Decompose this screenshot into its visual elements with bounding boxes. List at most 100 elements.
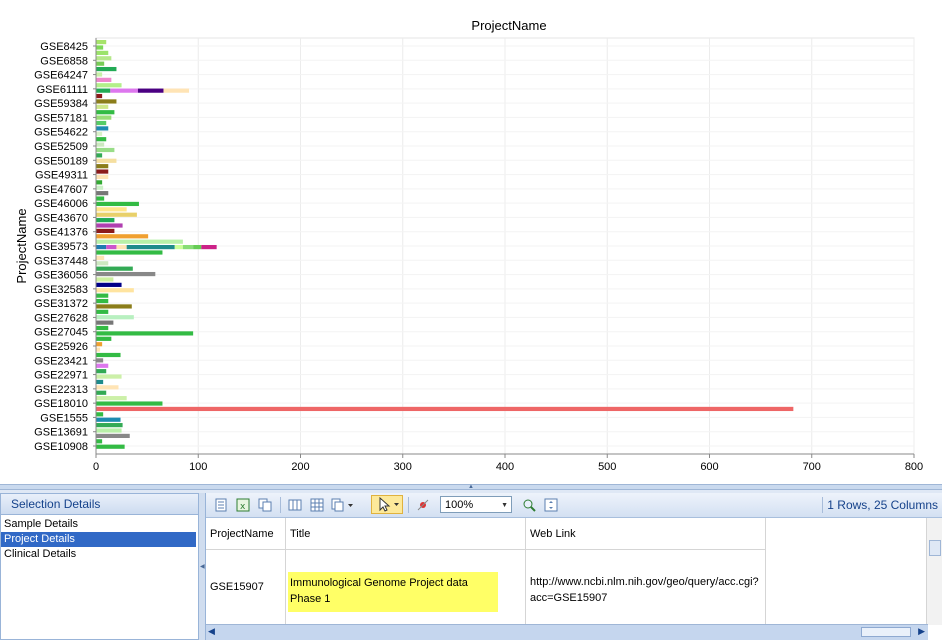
bar-segment (96, 50, 109, 55)
y-tick-label: GSE31372 (34, 298, 88, 310)
bar-segment (106, 245, 117, 250)
pointer-tool-button[interactable] (371, 495, 403, 514)
scroll-right-icon[interactable]: ▶ (918, 626, 925, 637)
bar-segment (96, 428, 122, 433)
column-header-title[interactable]: Title (286, 518, 526, 550)
bar-segment (96, 379, 104, 385)
bar-segment (96, 406, 794, 412)
bar-segment (96, 266, 133, 271)
y-tick-label: GSE22313 (34, 384, 88, 396)
toolbar-separator (408, 497, 409, 513)
bar-segment (96, 153, 103, 158)
bar-segment (201, 245, 217, 250)
y-tick-label: GSE43670 (34, 212, 88, 224)
zoom-select[interactable]: 100% ▼ (440, 496, 512, 513)
columns-icon[interactable] (286, 496, 304, 514)
y-tick-label: GSE32583 (34, 284, 88, 296)
x-tick-label: 500 (598, 461, 616, 473)
bar-segment (96, 201, 139, 207)
document-icon[interactable] (212, 496, 230, 514)
y-tick-label: GSE41376 (34, 227, 88, 239)
selection-details-panel: Selection Details Sample Details Project… (0, 493, 199, 640)
cell-title[interactable]: Immunological Genome Project data Phase … (286, 550, 526, 625)
scroll-left-icon[interactable]: ◀ (208, 626, 215, 637)
bar-segment (96, 115, 112, 120)
sel-item-project-details[interactable]: Project Details (1, 532, 196, 547)
y-tick-label: GSE54622 (34, 127, 88, 139)
bar-segment (96, 212, 137, 217)
y-tick-label: GSE27628 (34, 312, 88, 324)
excel-export-icon[interactable]: x (234, 496, 252, 514)
fit-to-window-icon[interactable] (542, 496, 560, 514)
bar-segment (193, 245, 202, 250)
bar-segment (96, 174, 109, 180)
vsplit-grip-icon[interactable]: ◀ (200, 563, 205, 570)
bar-segment (96, 358, 104, 363)
details-grid-panel: x 100% ▼ 1 Rows, 25 Columns ProjectName … (205, 493, 942, 640)
bar-segment (96, 185, 104, 190)
bar-segment (96, 245, 107, 250)
y-tick-label: GSE39573 (34, 241, 88, 253)
bar-segment (96, 277, 114, 282)
bar-segment (116, 245, 127, 250)
bar-segment (96, 93, 103, 99)
bar-segment (96, 77, 112, 82)
selection-details-header: Selection Details (1, 494, 198, 515)
bar-segment (96, 104, 109, 109)
bar-segment (96, 342, 103, 347)
bottom-panel: Selection Details Sample Details Project… (0, 490, 942, 640)
details-table: ProjectName Title Web Link GSE15907 Immu… (206, 518, 928, 625)
bar-segment (96, 282, 122, 287)
cell-projectname[interactable]: GSE15907 (206, 550, 286, 625)
zoom-in-icon[interactable] (520, 496, 538, 514)
bar-segment (96, 309, 109, 314)
cell-web-link[interactable]: http://www.ncbi.nlm.nih.gov/geo/query/ac… (526, 550, 766, 625)
bar-segment (96, 439, 103, 444)
copy-table-icon[interactable] (256, 496, 274, 514)
x-tick-label: 100 (189, 461, 207, 473)
bar-segment (96, 126, 109, 131)
chart-panel: 0 100 200 300 400 500 600 700 800 GSE8425 GSE6858 G… (0, 0, 942, 484)
svg-text:x: x (240, 502, 246, 512)
highlight-icon[interactable] (414, 496, 432, 514)
y-tick-label: GSE57181 (34, 112, 88, 124)
bar-segment (110, 88, 138, 93)
horizontal-scrollbar[interactable]: ◀ ▶ (206, 624, 928, 640)
y-axis-label: ProjectName (14, 208, 29, 283)
y-tick-label: GSE46006 (34, 198, 88, 210)
horizontal-scroll-thumb[interactable] (861, 627, 911, 637)
bar-segment (96, 250, 163, 255)
y-tick-label: GSE22971 (34, 370, 88, 382)
bar-segment (96, 401, 163, 406)
bar-segment (96, 293, 109, 298)
column-header-web-link[interactable]: Web Link (526, 518, 766, 550)
column-header-projectname[interactable]: ProjectName (206, 518, 286, 550)
grid-view-icon[interactable] (308, 496, 326, 514)
vertical-scrollbar[interactable] (926, 518, 942, 625)
bar-segment (96, 223, 123, 228)
splitter-grip-icon[interactable]: ▲ (468, 484, 474, 490)
y-tick-label: GSE61111 (37, 84, 88, 96)
chevron-down-icon[interactable]: ▼ (501, 497, 508, 514)
bar-segment (96, 191, 109, 196)
bar-segment (96, 66, 117, 72)
bar-segment (96, 298, 109, 304)
y-tick-label: GSE36056 (34, 270, 88, 282)
bar-segment (96, 417, 121, 422)
bar-segment (96, 385, 119, 390)
vertical-scroll-thumb[interactable] (929, 540, 941, 556)
sel-item-clinical-details[interactable]: Clinical Details (1, 547, 196, 562)
paste-dropdown-icon[interactable] (330, 496, 356, 514)
y-tick-label: GSE59384 (34, 98, 88, 110)
bar-segment (96, 196, 105, 201)
y-tick-label: GSE23421 (34, 355, 88, 367)
bar-segment (96, 83, 122, 88)
bar-segment (96, 336, 112, 341)
y-tick-label: GSE25926 (34, 341, 88, 353)
bar-segment (96, 147, 115, 153)
sel-item-sample-details[interactable]: Sample Details (1, 517, 196, 532)
bar-segment (96, 255, 105, 260)
bar-segment (96, 396, 127, 401)
y-tick-label: GSE1555 (40, 412, 88, 424)
bar-segment (96, 320, 114, 325)
